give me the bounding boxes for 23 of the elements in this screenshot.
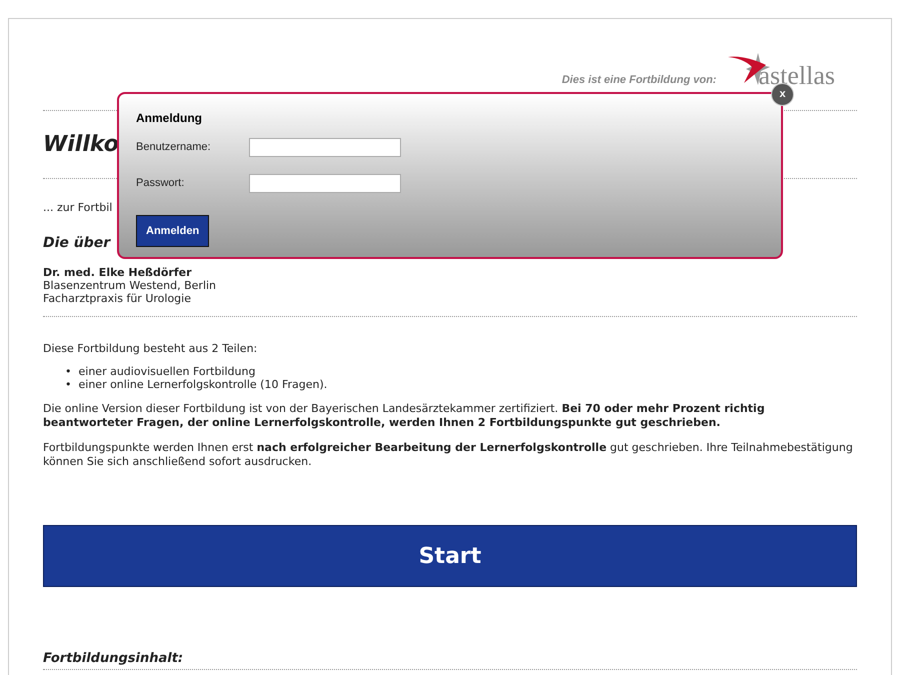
input-field[interactable] bbox=[249, 138, 401, 157]
list-item: einer audiovisuellen Fortbildung bbox=[78, 365, 256, 378]
start-button[interactable]: Start bbox=[43, 525, 857, 587]
info-paragraph: Fortbildungspunkte werden Ihnen erst nach erfolgreicher Bearbeitung der Lernerfolgskontrolle gut geschrieben. Ihre Teilnahmebestätigung können Sie sich anschließend sofort ausdrucken. bbox=[43, 441, 854, 469]
author-detail: Blasenzentrum Westend, Berlin bbox=[43, 278, 218, 292]
author-detail: Facharztpraxis für Urologie bbox=[43, 292, 192, 304]
info-paragraph: Die online Version dieser Fortbildung ist von der Bayerischen Landesärztekammer zertifiziert. Bei 70 oder mehr Prozent richtig beantworteter Fragen, der online Lernerfolgskontrolle, werden Ihnen 2 Fortbildungspunkte gut geschrieben. bbox=[43, 402, 766, 430]
content-heading: Fortbildungsinhalt: bbox=[43, 650, 184, 668]
intro-text: ... zur Fortbil bbox=[43, 200, 114, 216]
list-item: einer online Lernerfolgskontrolle (10 Fragen). bbox=[78, 378, 328, 391]
input-field[interactable] bbox=[249, 174, 401, 193]
sponsor-label: Dies ist eine Fortbildung von: bbox=[562, 72, 716, 88]
field-label: Passwort: bbox=[136, 176, 186, 192]
login-button[interactable]: Anmelden bbox=[136, 215, 210, 247]
section-title: Die über bbox=[43, 234, 110, 252]
page-title: Willko bbox=[43, 131, 119, 159]
bullet: • bbox=[65, 365, 72, 378]
bullet: • bbox=[65, 378, 72, 391]
field-label: Benutzername: bbox=[136, 140, 212, 156]
close-button[interactable]: x bbox=[771, 83, 794, 106]
author-name: Dr. med. Elke Heßdörfer bbox=[43, 266, 192, 278]
description-text: Diese Fortbildung besteht aus 2 Teilen: bbox=[43, 340, 258, 356]
dialog-title: Anmeldung bbox=[136, 110, 203, 127]
